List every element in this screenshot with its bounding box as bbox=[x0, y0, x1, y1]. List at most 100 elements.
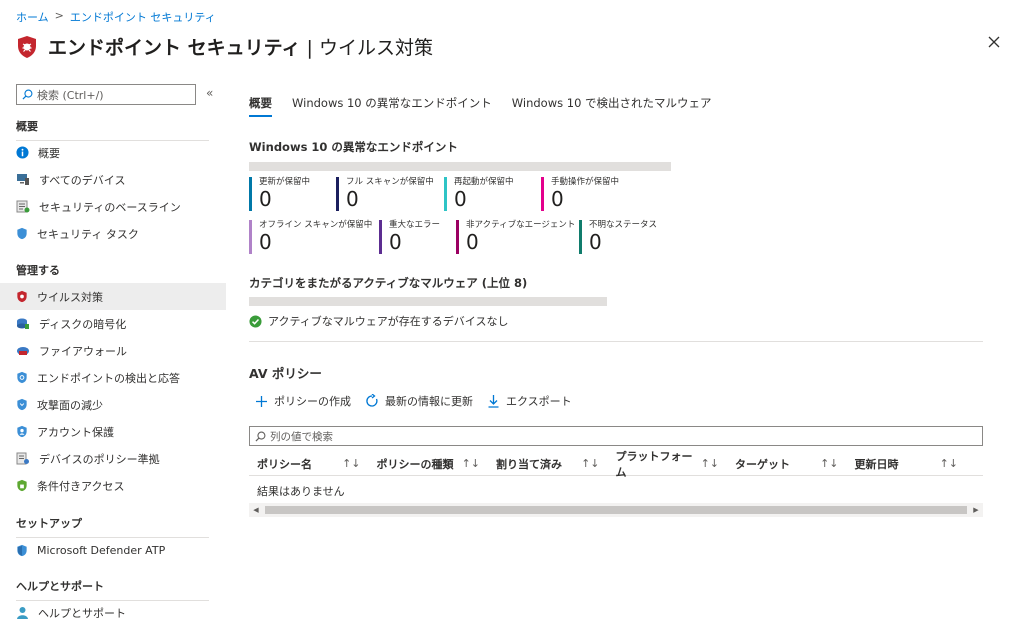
sidebar-item-help-support[interactable]: ヘルプとサポート bbox=[0, 599, 226, 626]
shield-icon bbox=[17, 227, 27, 240]
sort-icon: ↑↓ bbox=[461, 457, 480, 470]
tab-detected-malware[interactable]: Windows 10 で検出されたマルウェア bbox=[512, 95, 712, 117]
column-policy-name[interactable]: ポリシー名 ↑↓ bbox=[249, 452, 369, 475]
sidebar-item-disk-encryption[interactable]: ディスクの暗号化 bbox=[0, 310, 226, 337]
help-person-icon bbox=[17, 607, 28, 619]
breadcrumb-home-link[interactable]: ホーム bbox=[16, 9, 49, 25]
section-help-heading: ヘルプとサポート bbox=[16, 578, 209, 601]
stat-tile[interactable]: 重大なエラー 0 bbox=[379, 220, 440, 254]
export-button[interactable]: エクスポート bbox=[487, 393, 572, 409]
compliance-icon bbox=[16, 452, 29, 465]
stat-tile[interactable]: オフライン スキャンが保留中 0 bbox=[249, 220, 372, 254]
no-malware-text: アクティブなマルウェアが存在するデバイスなし bbox=[268, 315, 509, 328]
sidebar-item-firewall[interactable]: ファイアウォール bbox=[0, 337, 226, 364]
stat-value: 0 bbox=[454, 187, 467, 211]
plus-icon bbox=[256, 395, 267, 407]
sidebar-item-endpoint-detection-response[interactable]: エンドポイントの検出と応答 bbox=[0, 364, 226, 391]
stat-tile[interactable]: 更新が保留中 0 bbox=[249, 177, 310, 211]
disk-encryption-icon bbox=[17, 318, 29, 329]
refresh-icon bbox=[366, 394, 378, 407]
filter-search-input[interactable]: 列の値で検索 bbox=[249, 426, 983, 446]
no-malware-status: アクティブなマルウェアが存在するデバイスなし bbox=[249, 313, 508, 329]
sidebar-item-security-tasks[interactable]: セキュリティ タスク bbox=[0, 220, 226, 247]
edr-shield-icon bbox=[17, 371, 27, 384]
tab-bar: 概要 Windows 10 の異常なエンドポイント Windows 10 で検出… bbox=[249, 95, 712, 117]
sidebar: 検索 (Ctrl+/) « 概要 概要 すべてのデバイス セキュリティのベースラ… bbox=[0, 78, 226, 631]
download-icon bbox=[488, 395, 499, 408]
stat-tile[interactable]: フル スキャンが保留中 0 bbox=[336, 177, 434, 211]
section-overview-heading: 概要 bbox=[16, 118, 209, 141]
av-policy-heading: AV ポリシー bbox=[249, 366, 322, 381]
stat-tile[interactable]: 非アクティブなエージェント 0 bbox=[456, 220, 575, 254]
sidebar-item-antivirus[interactable]: ウイルス対策 bbox=[0, 283, 226, 310]
breadcrumb-separator: > bbox=[54, 9, 64, 22]
stat-value: 0 bbox=[589, 230, 602, 254]
sidebar-item-security-baselines[interactable]: セキュリティのベースライン bbox=[0, 193, 226, 220]
sidebar-item-all-devices[interactable]: すべてのデバイス bbox=[0, 166, 226, 193]
conditional-access-icon bbox=[17, 479, 27, 492]
horizontal-scrollbar[interactable]: ◀ ▶ bbox=[249, 503, 983, 517]
baseline-icon bbox=[16, 200, 30, 213]
unhealthy-endpoints-bar bbox=[249, 162, 671, 171]
column-policy-type[interactable]: ポリシーの種類 ↑↓ bbox=[369, 452, 489, 475]
create-policy-button[interactable]: ポリシーの作成 bbox=[255, 393, 351, 409]
sidebar-search-input[interactable]: 検索 (Ctrl+/) bbox=[16, 84, 196, 105]
stat-value: 0 bbox=[551, 187, 564, 211]
unhealthy-endpoints-heading: Windows 10 の異常なエンドポイント bbox=[249, 140, 458, 154]
scroll-left-icon[interactable]: ◀ bbox=[249, 506, 263, 514]
sort-icon: ↑↓ bbox=[939, 457, 958, 470]
stat-value: 0 bbox=[389, 230, 402, 254]
sidebar-item-account-protection[interactable]: アカウント保護 bbox=[0, 418, 226, 445]
antivirus-icon bbox=[17, 290, 27, 303]
column-platform[interactable]: プラットフォーム ↑↓ bbox=[608, 450, 728, 479]
antivirus-shield-icon bbox=[18, 35, 36, 58]
column-assigned[interactable]: 割り当て済み ↑↓ bbox=[488, 452, 608, 475]
column-last-modified[interactable]: 更新日時 ↑↓ bbox=[847, 452, 967, 475]
devices-icon bbox=[17, 174, 29, 185]
close-icon[interactable] bbox=[986, 34, 1002, 50]
tab-unhealthy-endpoints[interactable]: Windows 10 の異常なエンドポイント bbox=[292, 95, 492, 117]
filter-search-placeholder: 列の値で検索 bbox=[270, 430, 333, 443]
scrollbar-thumb[interactable] bbox=[265, 506, 967, 514]
stat-value: 0 bbox=[466, 230, 479, 254]
sort-icon: ↑↓ bbox=[342, 457, 361, 470]
stat-value: 0 bbox=[259, 187, 272, 211]
collapse-sidebar-button[interactable]: « bbox=[206, 86, 213, 100]
sidebar-item-overview[interactable]: 概要 bbox=[0, 139, 226, 166]
stat-label: オフライン スキャンが保留中 bbox=[259, 220, 373, 230]
stat-tile[interactable]: 手動操作が保留中 0 bbox=[541, 177, 619, 211]
search-icon bbox=[22, 89, 33, 100]
info-icon bbox=[16, 146, 29, 159]
stat-label: 非アクティブなエージェント bbox=[466, 220, 576, 230]
page-title: エンドポイント セキュリティ | ウイルス対策 bbox=[48, 37, 433, 59]
stat-tile[interactable]: 再起動が保留中 0 bbox=[444, 177, 514, 211]
breadcrumb-section-link[interactable]: エンドポイント セキュリティ bbox=[70, 9, 216, 25]
av-policy-toolbar: ポリシーの作成 最新の情報に更新 エクスポート bbox=[255, 393, 572, 409]
sidebar-item-conditional-access[interactable]: 条件付きアクセス bbox=[0, 472, 226, 499]
stat-tile[interactable]: 不明なステータス 0 bbox=[579, 220, 657, 254]
refresh-button[interactable]: 最新の情報に更新 bbox=[365, 393, 473, 409]
sidebar-item-defender-atp[interactable]: Microsoft Defender ATP bbox=[0, 537, 226, 564]
stat-value: 0 bbox=[346, 187, 359, 211]
check-circle-icon bbox=[249, 314, 262, 328]
breadcrumb: ホーム > エンドポイント セキュリティ bbox=[16, 9, 216, 25]
column-target[interactable]: ターゲット ↑↓ bbox=[727, 452, 847, 475]
sidebar-search-placeholder: 検索 (Ctrl+/) bbox=[37, 88, 104, 102]
stat-value: 0 bbox=[259, 230, 272, 254]
sort-icon: ↑↓ bbox=[700, 457, 719, 470]
defender-shield-icon bbox=[17, 544, 27, 557]
section-manage-heading: 管理する bbox=[16, 262, 209, 285]
no-results-text: 結果はありません bbox=[257, 485, 345, 498]
scroll-right-icon[interactable]: ▶ bbox=[969, 506, 983, 514]
stat-label: フル スキャンが保留中 bbox=[346, 177, 434, 187]
section-divider bbox=[249, 341, 983, 342]
search-icon bbox=[255, 431, 266, 442]
main-content: 概要 Windows 10 の異常なエンドポイント Windows 10 で検出… bbox=[249, 80, 983, 620]
sidebar-item-device-compliance[interactable]: デバイスのポリシー準拠 bbox=[0, 445, 226, 472]
firewall-icon bbox=[17, 346, 29, 355]
sidebar-item-attack-surface-reduction[interactable]: 攻撃面の減少 bbox=[0, 391, 226, 418]
title-row: エンドポイント セキュリティ | ウイルス対策 bbox=[16, 33, 433, 60]
sort-icon: ↑↓ bbox=[581, 457, 600, 470]
tab-overview[interactable]: 概要 bbox=[249, 95, 272, 117]
account-protection-icon bbox=[17, 425, 27, 438]
